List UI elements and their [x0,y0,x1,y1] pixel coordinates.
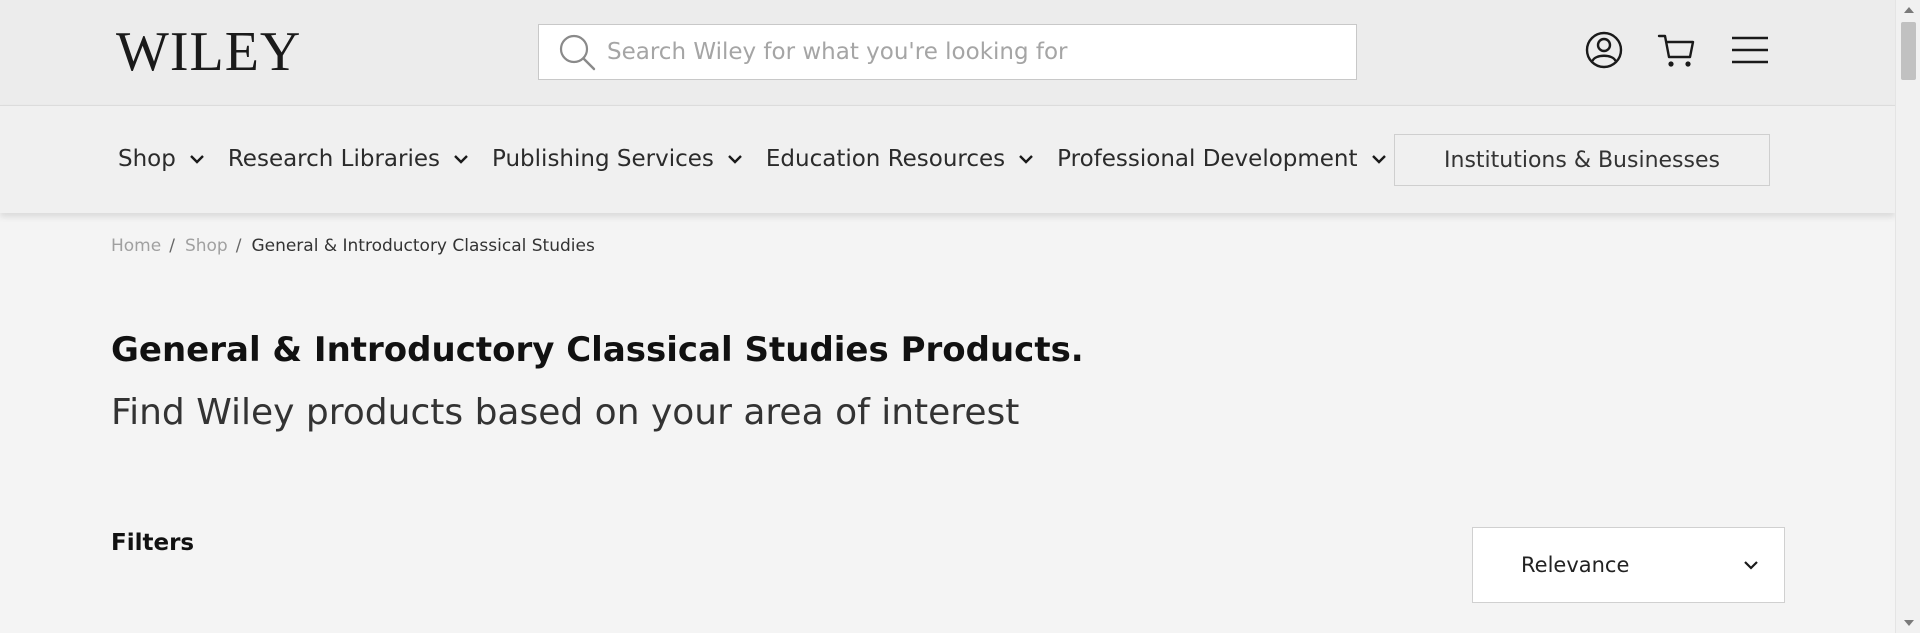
search-bar[interactable] [538,24,1357,80]
search-input[interactable] [607,39,1307,65]
scroll-thumb[interactable] [1901,22,1916,80]
page-title: General & Introductory Classical Studies… [111,330,1084,370]
nav-item-label: Shop [118,146,176,172]
cart-icon[interactable] [1657,30,1697,70]
nav-item-label: Publishing Services [492,146,714,172]
scroll-down-arrow-icon[interactable] [1904,620,1914,626]
breadcrumb-separator: / [235,236,242,256]
chevron-down-icon [1019,155,1034,164]
site-header: WILEY [0,0,1895,105]
chevron-down-icon [1371,155,1386,164]
breadcrumb-current: General & Introductory Classical Studies [251,236,595,256]
wiley-logo[interactable]: WILEY [116,24,301,80]
nav-item-shop[interactable]: Shop [118,146,206,172]
chevron-down-icon [1744,561,1758,570]
nav-item-label: Research Libraries [227,146,441,172]
chevron-down-icon [454,155,468,164]
breadcrumb-separator: / [169,236,175,256]
menu-icon[interactable] [1730,30,1770,70]
institutions-businesses-button[interactable]: Institutions & Businesses [1394,134,1770,186]
account-icon[interactable] [1584,30,1624,70]
page-scrollbar[interactable] [1895,0,1920,633]
breadcrumb: Home / Shop / General & Introductory Cla… [111,236,595,256]
nav-item-professional-development[interactable]: Professional Development [1057,146,1387,172]
nav-item-label: Education Resources [765,146,1006,172]
filters-heading: Filters [111,530,195,556]
sort-selected-value: Relevance [1521,553,1630,577]
nav-item-research-libraries[interactable]: Research Libraries [228,146,470,172]
sort-dropdown[interactable]: Relevance [1472,527,1785,603]
page-subtitle: Find Wiley products based on your area o… [111,392,1020,433]
nav-item-education-resources[interactable]: Education Resources [766,146,1035,172]
search-icon[interactable] [557,32,597,72]
main-nav: Shop Research Libraries Publishing Servi… [0,105,1895,213]
breadcrumb-shop-link[interactable]: Shop [185,236,228,256]
scroll-up-arrow-icon[interactable] [1904,7,1914,13]
nav-item-label: Professional Development [1057,146,1358,172]
nav-item-publishing-services[interactable]: Publishing Services [492,146,744,172]
breadcrumb-home-link[interactable]: Home [111,236,161,256]
chevron-down-icon [728,155,742,164]
chevron-down-icon [190,155,204,164]
